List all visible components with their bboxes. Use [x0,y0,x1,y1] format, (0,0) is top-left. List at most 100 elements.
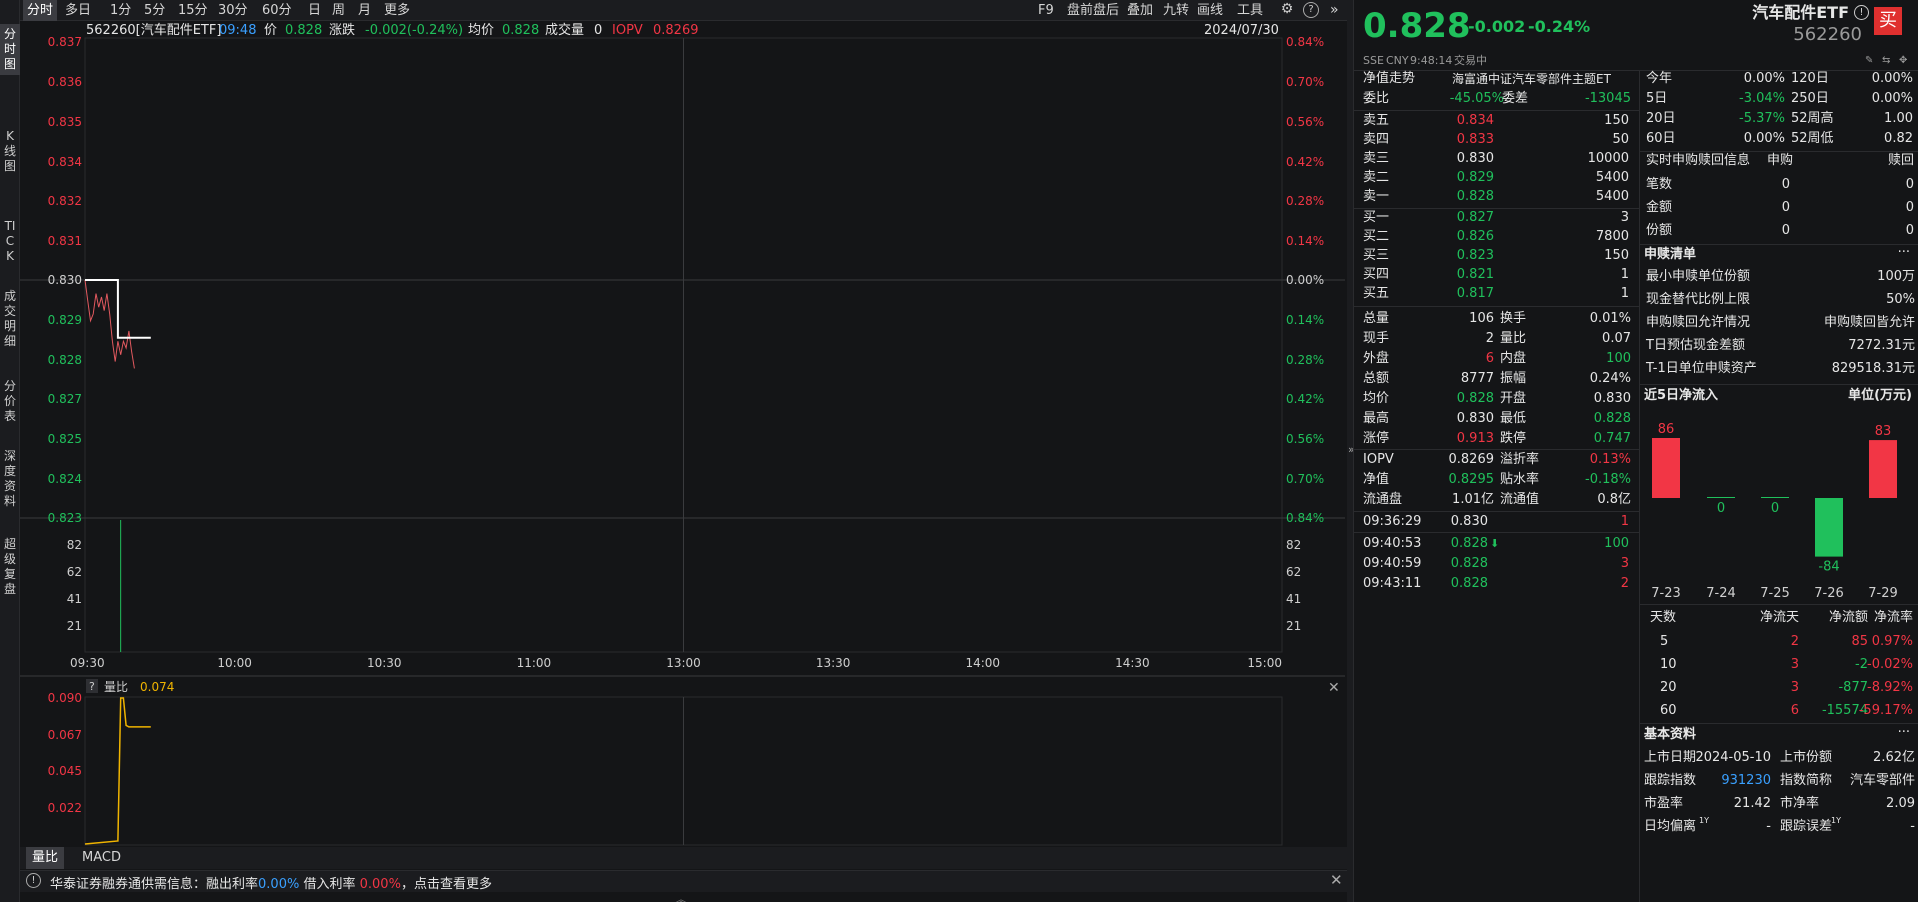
x-tick: 13:00 [666,656,701,670]
bid-label: 买五 [1363,286,1390,301]
y-right-tick: 0.28% [1286,194,1324,208]
trade-volume: 100 [1604,536,1629,551]
y-right-tick: 0.00% [1286,273,1324,287]
pin-icon[interactable]: ✥ [1899,52,1907,70]
y-right-tick: 0.84% [1286,35,1324,49]
x-tick: 14:30 [1115,656,1150,670]
quote-status: 交易中 [1454,54,1487,67]
x-tick: 11:00 [517,656,552,670]
indicator-tab-1[interactable]: MACD [76,847,127,869]
flow-days: 5 [1660,634,1669,649]
indicator-help-glyph: ? [89,680,95,693]
basic-value: 2.62亿 [1873,750,1915,765]
stat-label: 量比 [1500,331,1527,346]
stat2-value: 1.01亿 [1452,492,1494,507]
y-left-tick: 0.835 [48,115,82,129]
ask-price: 0.828 [1456,189,1494,204]
y-right-tick: 0.56% [1286,432,1324,446]
creation-row-value: 829518.31元 [1831,361,1915,376]
y-right-tick: 0.70% [1286,75,1324,89]
bid-price: 0.823 [1456,248,1494,263]
y-right-tick: 0.28% [1286,353,1324,367]
perf-value: 0.82 [1884,131,1913,146]
stat-value: 100 [1606,351,1631,366]
flow-rate: -0.02% [1867,657,1913,672]
stat2-label: 流通值 [1500,492,1540,507]
ask-volume: 5400 [1595,189,1629,204]
down-arrow-icon: ⬇ [1490,537,1500,550]
bid-label: 买二 [1363,229,1390,244]
quote-code: 562260 [1793,24,1862,45]
notice-bar[interactable]: ! 华泰证券融券通供需信息：融出利率0.00% 借入利率 0.00%，点击查看更… [20,870,1347,892]
flow-days: 20 [1660,680,1677,695]
divider [1354,532,1640,533]
stat2-label: IOPV [1363,452,1394,467]
basic-value: 2.09 [1886,796,1915,811]
vol-y-left-tick: 62 [67,565,82,579]
notice-suffix[interactable]: ，点击查看更多 [401,877,492,892]
bid-price: 0.817 [1456,286,1494,301]
ind-y-tick: 0.022 [48,801,82,815]
weidiff-label: 委差 [1502,91,1529,106]
stat-label: 开盘 [1500,391,1527,406]
stat-value: 0.830 [1593,391,1631,406]
perf-value: 0.00% [1743,131,1785,146]
stat-label: 换手 [1500,311,1527,326]
collapse-up-icon[interactable]: ︽ [676,891,686,902]
stat-label: 跌停 [1500,431,1527,446]
quote-info-icon[interactable]: ! [1854,5,1869,20]
trade-volume: 3 [1620,556,1629,571]
stat2-value: 0.8269 [1448,452,1495,467]
stat-value: 6 [1485,351,1494,366]
creation-row-value: 50% [1886,292,1915,307]
subscription-row-label: 金额 [1646,200,1673,215]
netflow-category: 7-25 [1760,586,1790,601]
y-left-tick: 0.832 [48,194,82,208]
ind-y-tick: 0.067 [48,728,82,742]
stat-value: 106 [1469,311,1494,326]
info-icon: ! [26,873,41,888]
y-left-tick: 0.837 [48,35,82,49]
y-right-tick: 0.84% [1286,511,1324,525]
basic-label: 市净率 [1780,796,1820,811]
perf-label: 120日 [1791,71,1829,86]
creation-row-label: 现金替代比例上限 [1646,292,1751,307]
perf-value: 0.00% [1871,71,1913,86]
flow-amount: -877 [1838,680,1868,695]
subscription-row-v2: 0 [1905,223,1914,238]
basic-value: 汽车零部件 [1849,773,1915,788]
close-notice-icon[interactable]: ✕ [1330,871,1343,889]
buy-button[interactable]: 买 [1874,7,1902,35]
netflow-bar-label: 86 [1658,422,1675,437]
basic-value: 931230 [1721,773,1771,788]
quote-currency: CNY [1386,54,1409,67]
y-left-tick: 0.827 [48,392,82,406]
vol-y-left-tick: 21 [67,619,82,633]
netflow-bar [1761,497,1789,498]
perf-label: 5日 [1646,91,1668,106]
bid-volume: 150 [1604,248,1629,263]
link-icon[interactable]: ⇆ [1882,52,1890,70]
y-left-tick: 0.834 [48,155,82,169]
bid-volume: 3 [1620,210,1629,225]
edit-icon[interactable]: ✎ [1865,52,1873,70]
ask-volume: 5400 [1595,170,1629,185]
netflow-bar-label: 83 [1875,424,1892,439]
ask-label: 卖四 [1363,132,1390,147]
trade-time: 09:40:59 [1363,556,1422,571]
netflow-title: 近5日净流入 [1644,388,1719,403]
stat-value: 0.01% [1589,311,1631,326]
quote-price: 0.828 [1363,6,1471,46]
stat2-label: 净值 [1363,472,1390,487]
stat2-value: 0.13% [1589,452,1631,467]
trade-price: 0.828 [1450,576,1488,591]
ask-label: 卖一 [1363,189,1390,204]
perf-label: 20日 [1646,111,1676,126]
quote-panel: 0.828 -0.002 -0.24% 汽车配件ETF! 562260 买 SSE CNY 9:… [1353,0,1918,902]
flow-net-days: 2 [1790,634,1799,649]
intraday-chart[interactable]: 0.837 0.836 0.835 0.834 0.832 0.831 0.830 0.829… [0,0,1350,902]
stat-label: 总量 [1363,311,1390,326]
indicator-tab-0[interactable]: 量比 [26,847,65,869]
trade-time: 09:43:11 [1363,576,1422,591]
netflow-bar-label: 0 [1717,501,1725,516]
